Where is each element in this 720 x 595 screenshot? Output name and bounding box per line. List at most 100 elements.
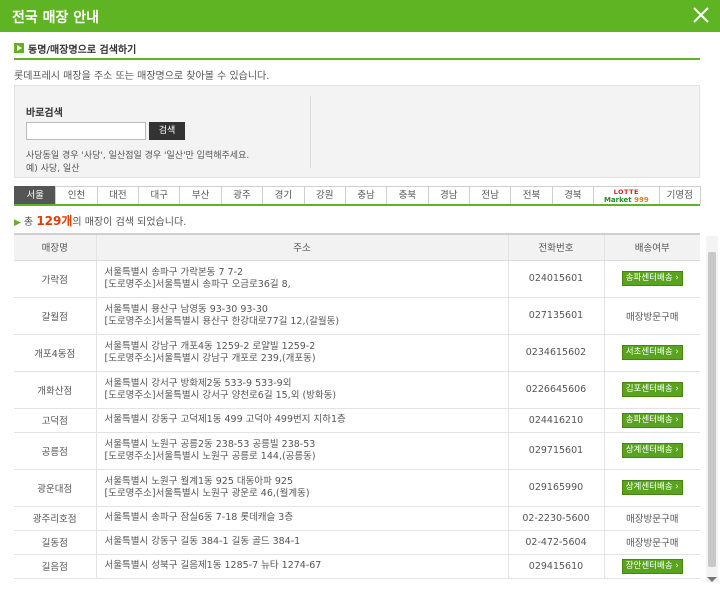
table-row: 고덕점 서울특별시 강동구 고덕제1동 499 고덕아 499번지 지하1층 024…: [14, 408, 700, 433]
store-phone: 029415610: [507, 554, 604, 579]
store-phone: 024416210: [507, 408, 604, 433]
chevron-right-icon: ›: [672, 414, 679, 425]
store-delivery: 매장방문구매: [603, 506, 700, 531]
tab-incheon[interactable]: 인천: [55, 186, 98, 204]
table-row: 개화산점 서울특별시 강서구 방화제2동 533-9 533-9외 [도로명주소]서…: [14, 371, 700, 409]
address-line: 서울특별시 강서구 방화제2동 533-9 533-9외: [104, 377, 292, 389]
tab-gwangju[interactable]: 광주: [220, 186, 264, 204]
store-name: 개화산점: [14, 371, 96, 409]
store-name: 가락점: [14, 260, 96, 298]
scroll-down-icon[interactable]: [707, 577, 717, 582]
address-line: 서울특별시 노원구 월계1동 925 대동아파 925: [104, 475, 294, 487]
store-phone: 024015601: [507, 260, 604, 298]
delivery-center-button[interactable]: 김포센터배송 ›: [621, 382, 683, 397]
chevron-right-icon: ›: [672, 273, 679, 283]
tab-busan[interactable]: 부산: [179, 186, 222, 204]
chevron-right-icon: ›: [672, 560, 679, 571]
lotte-market-logo: LOTTE Market 999: [603, 188, 649, 204]
store-name: 고덕점: [14, 408, 96, 433]
tab-jeonbuk[interactable]: 전북: [510, 186, 553, 204]
tab-other-stores[interactable]: 기명점: [658, 186, 701, 204]
address-line: 서울특별시 송파구 잠실6동 7-18 롯데캐슬 3층: [104, 512, 294, 523]
table-row: 광주리호점 서울특별시 송파구 잠실6동 7-18 롯데캐슬 3층 02-2230-…: [14, 506, 700, 531]
address-line: 서울특별시 성북구 길음제1동 1285-7 뉴타 1274-67: [104, 560, 322, 571]
tab-chungnam[interactable]: 충남: [344, 186, 388, 204]
store-address: 서울특별시 송파구 가락본동 7 7-2 [도로명주소]서울특별시 송파구 오금로…: [95, 260, 508, 298]
tab-seoul[interactable]: 서울: [14, 186, 57, 204]
table-header-row: 매장명 주소 전화번호 배송여부: [14, 233, 700, 261]
search-button[interactable]: 검색: [149, 122, 185, 140]
road-address-line: [도로명주소]서울특별시 강서구 양천로6길 15,외 (방화동): [104, 389, 337, 401]
tab-lotte-market[interactable]: LOTTE Market 999: [593, 186, 660, 204]
tab-jeonnam[interactable]: 전남: [468, 186, 512, 204]
store-phone: 02-472-5604: [507, 530, 604, 555]
tab-daejeon[interactable]: 대전: [96, 186, 140, 204]
tab-gyeongbuk[interactable]: 경북: [551, 186, 595, 204]
store-address: 서울특별시 강서구 방화제2동 533-9 533-9외 [도로명주소]서울특별시…: [95, 371, 508, 409]
address-line: 서울특별시 송파구 가락본동 7 7-2: [104, 266, 244, 278]
section-heading: 동명/매장명으로 검색하기: [14, 40, 700, 60]
road-address-line: [도로명주소]서울특별시 송파구 오금로36길 8,: [104, 278, 291, 290]
store-delivery: 상계센터배송 ›: [603, 469, 700, 507]
store-address: 서울특별시 성북구 길음제1동 1285-7 뉴타 1274-67: [95, 554, 508, 579]
store-phone: 029165990: [507, 469, 604, 507]
delivery-status: 매장방문구매: [626, 538, 679, 549]
tab-chungbuk[interactable]: 충북: [386, 186, 429, 204]
store-phone: 029715601: [507, 432, 604, 470]
chevron-right-icon: ›: [672, 347, 679, 357]
address-line: 서울특별시 노원구 공릉2동 238-53 공릉빌 238-53: [104, 438, 316, 450]
tab-gyeonggi[interactable]: 경기: [262, 186, 305, 204]
store-table: 매장명 주소 전화번호 배송여부 가락점 서울특별시 송파구 가락본동 7 7-2…: [14, 233, 700, 579]
store-name: 광주리호점: [14, 506, 96, 531]
table-row: 길음점 서울특별시 성북구 길음제1동 1285-7 뉴타 1274-67 0294…: [14, 554, 700, 579]
delivery-center-button[interactable]: 상계센터배송 ›: [621, 480, 683, 495]
store-phone: 0226645606: [507, 371, 604, 409]
delivery-center-button[interactable]: 장안센터배송 ›: [621, 558, 683, 574]
chevron-right-icon: ▶: [14, 218, 21, 228]
close-icon[interactable]: [690, 4, 712, 26]
search-panel-divider: [310, 96, 311, 168]
store-address: 서울특별시 강동구 길동 384-1 길동 골드 384-1: [95, 530, 508, 555]
store-address: 서울특별시 강동구 고덕제1동 499 고덕아 499번지 지하1층: [95, 408, 508, 433]
store-name: 광운대점: [14, 469, 96, 507]
store-phone: 0234615602: [507, 334, 604, 372]
store-delivery: 매장방문구매: [603, 530, 700, 555]
table-row: 가락점 서울특별시 송파구 가락본동 7 7-2 [도로명주소]서울특별시 송파구 …: [14, 260, 700, 298]
delivery-center-button[interactable]: 상계센터배송 ›: [621, 443, 683, 458]
delivery-center-button[interactable]: 송파센터배송 ›: [621, 271, 683, 286]
address-line: 서울특별시 용산구 남영동 93-30 93-30: [104, 303, 268, 315]
store-delivery: 김포센터배송 ›: [603, 371, 700, 409]
search-input[interactable]: [26, 122, 146, 140]
delivery-center-button[interactable]: 송파센터배송 ›: [621, 412, 683, 428]
road-address-line: [도로명주소]서울특별시 노원구 광운로 46,(월계동): [104, 487, 310, 499]
store-phone: 02-2230-5600: [507, 506, 604, 531]
vertical-scrollbar[interactable]: [706, 236, 718, 583]
tab-gangwon[interactable]: 강원: [303, 186, 346, 204]
table-row: 공릉점 서울특별시 노원구 공릉2동 238-53 공릉빌 238-53 [도로명주…: [14, 432, 700, 470]
store-phone: 027135601: [507, 297, 604, 335]
store-address: 서울특별시 송파구 잠실6동 7-18 롯데캐슬 3층: [95, 506, 508, 531]
chevron-right-icon: ›: [672, 482, 679, 492]
table-row: 광운대점 서울특별시 노원구 월계1동 925 대동아파 925 [도로명주소]서울…: [14, 469, 700, 507]
table-row: 개포4동점 서울특별시 강남구 개포4동 1259-2 로얄빌 1259-2 [도로…: [14, 334, 700, 372]
delivery-status: 매장방문구매: [626, 311, 679, 323]
tab-daegu[interactable]: 대구: [138, 186, 181, 204]
table-row: 갈월점 서울특별시 용산구 남영동 93-30 93-30 [도로명주소]서울특별시…: [14, 297, 700, 335]
section-heading-text: 동명/매장명으로 검색하기: [28, 45, 137, 56]
store-name: 길음점: [14, 554, 96, 579]
header-store-name: 매장명: [14, 233, 96, 261]
scrollbar-thumb[interactable]: [708, 252, 716, 567]
road-address-line: [도로명주소]서울특별시 용산구 한강대로77길 12,(갈월동): [104, 315, 340, 327]
header-delivery: 배송여부: [603, 233, 700, 261]
region-tabs: 서울 인천 대전 대구 부산 광주 경기 강원 충남 충북 경남 전남 전북 경…: [14, 186, 701, 206]
store-address: 서울특별시 용산구 남영동 93-30 93-30 [도로명주소]서울특별시 용산…: [95, 297, 508, 335]
tab-gyeongnam[interactable]: 경남: [427, 186, 470, 204]
store-delivery: 서초센터배송 ›: [603, 334, 700, 372]
store-table-body: 가락점 서울특별시 송파구 가락본동 7 7-2 [도로명주소]서울특별시 송파구 …: [14, 260, 700, 579]
store-delivery: 매장방문구매: [603, 297, 700, 335]
delivery-center-button[interactable]: 서초센터배송 ›: [621, 345, 683, 360]
store-name: 개포4동점: [14, 334, 96, 372]
store-address: 서울특별시 노원구 월계1동 925 대동아파 925 [도로명주소]서울특별시 …: [95, 469, 508, 507]
search-example: 예) 사당, 일산: [26, 164, 80, 174]
store-delivery: 상계센터배송 ›: [603, 432, 700, 470]
